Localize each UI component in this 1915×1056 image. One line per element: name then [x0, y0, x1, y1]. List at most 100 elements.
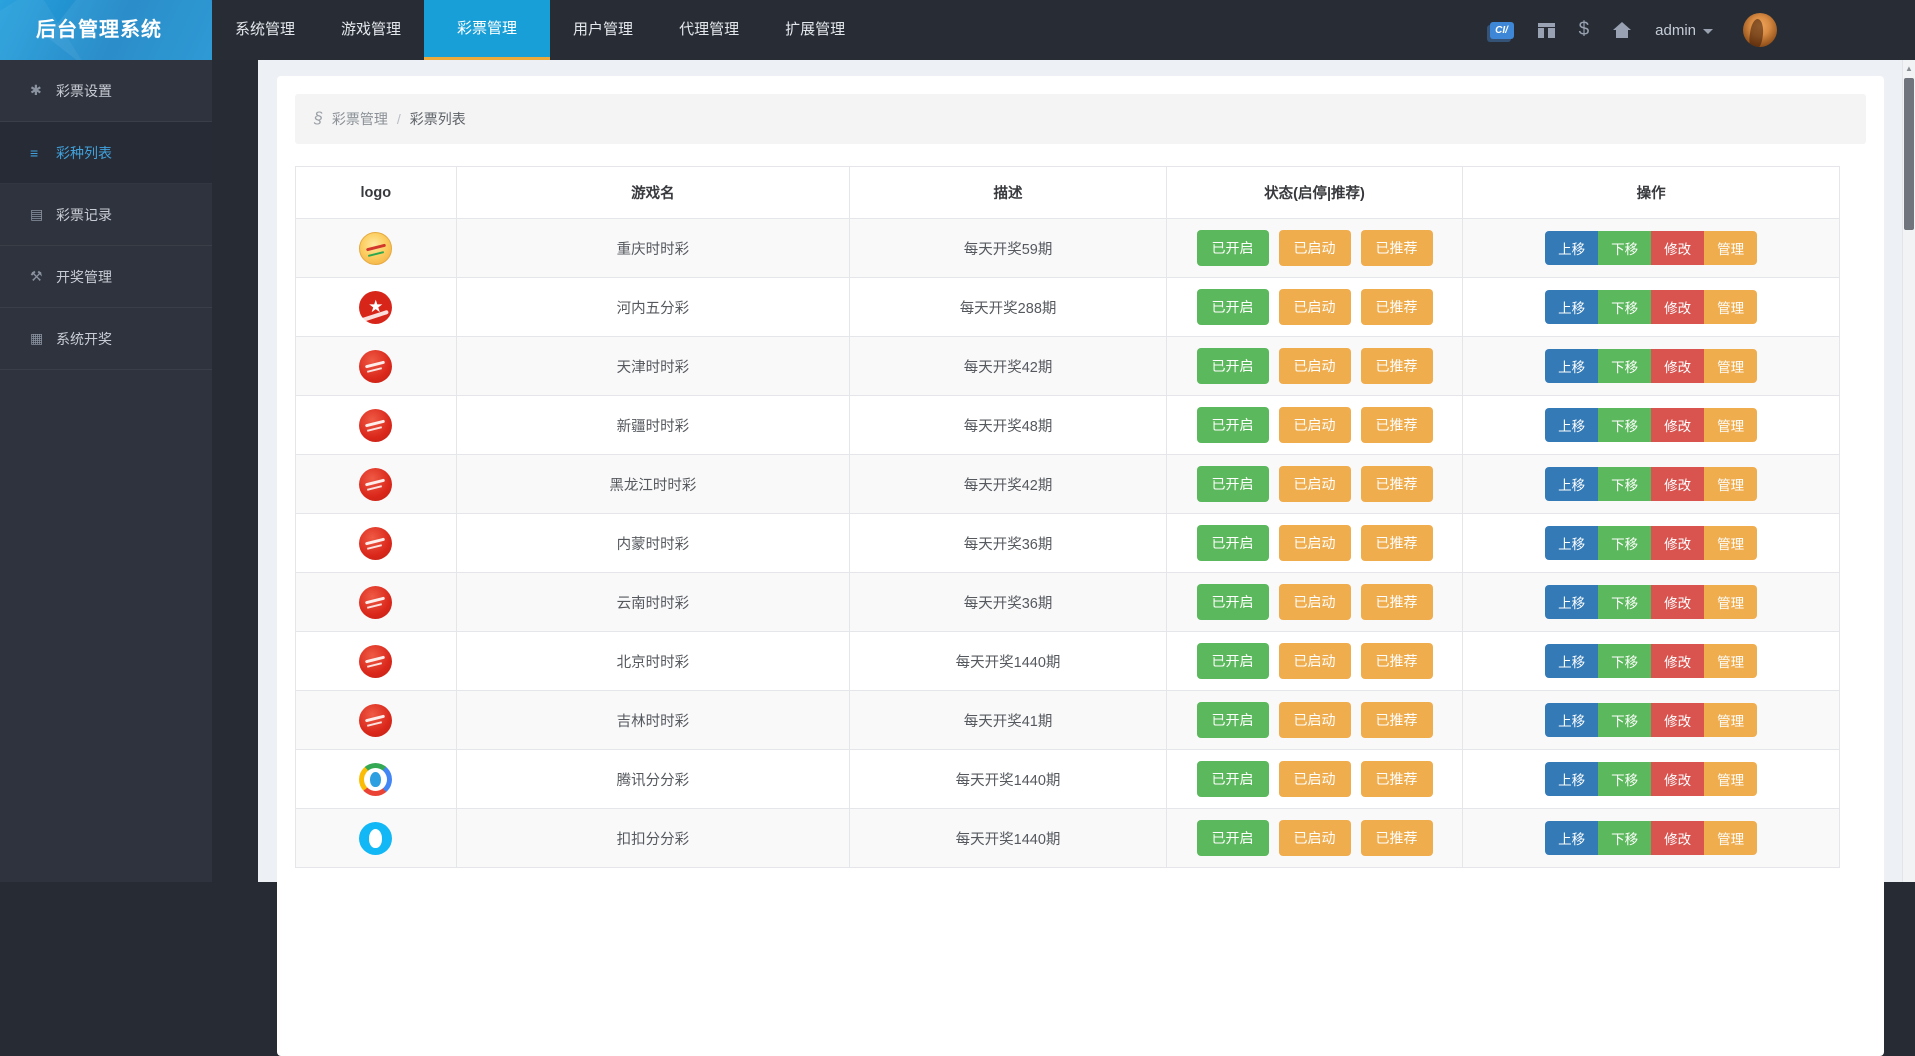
status-recommended-button[interactable]: 已推荐 [1361, 820, 1433, 856]
move-up-button[interactable]: 上移 [1545, 290, 1598, 324]
move-up-button[interactable]: 上移 [1545, 821, 1598, 855]
status-enabled-button[interactable]: 已开启 [1197, 761, 1269, 797]
move-down-button[interactable]: 下移 [1598, 703, 1651, 737]
status-recommended-button[interactable]: 已推荐 [1361, 348, 1433, 384]
scrollbar-thumb[interactable] [1904, 78, 1914, 230]
status-recommended-button[interactable]: 已推荐 [1361, 643, 1433, 679]
status-enabled-button[interactable]: 已开启 [1197, 643, 1269, 679]
status-enabled-button[interactable]: 已开启 [1197, 348, 1269, 384]
gift-icon[interactable] [1538, 23, 1555, 38]
status-enabled-button[interactable]: 已开启 [1197, 525, 1269, 561]
status-enabled-button[interactable]: 已开启 [1197, 230, 1269, 266]
status-recommended-button[interactable]: 已推荐 [1361, 761, 1433, 797]
edit-button[interactable]: 修改 [1651, 703, 1704, 737]
manage-button[interactable]: 管理 [1704, 526, 1757, 560]
status-started-button[interactable]: 已启动 [1279, 348, 1351, 384]
move-down-button[interactable]: 下移 [1598, 762, 1651, 796]
nav-tab-4[interactable]: 代理管理 [656, 0, 762, 60]
move-up-button[interactable]: 上移 [1545, 349, 1598, 383]
status-recommended-button[interactable]: 已推荐 [1361, 289, 1433, 325]
status-started-button[interactable]: 已启动 [1279, 702, 1351, 738]
sidebar-item-2[interactable]: ▤彩票记录 [0, 184, 212, 246]
status-enabled-button[interactable]: 已开启 [1197, 407, 1269, 443]
edit-button[interactable]: 修改 [1651, 408, 1704, 442]
sidebar-item-4[interactable]: ▦系统开奖 [0, 308, 212, 370]
status-recommended-button[interactable]: 已推荐 [1361, 407, 1433, 443]
manage-button[interactable]: 管理 [1704, 585, 1757, 619]
move-up-button[interactable]: 上移 [1545, 585, 1598, 619]
move-down-button[interactable]: 下移 [1598, 290, 1651, 324]
edit-button[interactable]: 修改 [1651, 585, 1704, 619]
move-up-button[interactable]: 上移 [1545, 644, 1598, 678]
manage-button[interactable]: 管理 [1704, 467, 1757, 501]
edit-button[interactable]: 修改 [1651, 526, 1704, 560]
status-started-button[interactable]: 已启动 [1279, 230, 1351, 266]
status-started-button[interactable]: 已启动 [1279, 761, 1351, 797]
status-recommended-button[interactable]: 已推荐 [1361, 230, 1433, 266]
status-started-button[interactable]: 已启动 [1279, 820, 1351, 856]
edit-button[interactable]: 修改 [1651, 231, 1704, 265]
status-recommended-button[interactable]: 已推荐 [1361, 525, 1433, 561]
manage-button[interactable]: 管理 [1704, 290, 1757, 324]
manage-button[interactable]: 管理 [1704, 408, 1757, 442]
move-up-button[interactable]: 上移 [1545, 762, 1598, 796]
manage-button[interactable]: 管理 [1704, 644, 1757, 678]
move-down-button[interactable]: 下移 [1598, 408, 1651, 442]
status-enabled-button[interactable]: 已开启 [1197, 820, 1269, 856]
breadcrumb-section[interactable]: 彩票管理 [332, 109, 388, 129]
edit-button[interactable]: 修改 [1651, 467, 1704, 501]
nav-tab-3[interactable]: 用户管理 [550, 0, 656, 60]
status-enabled-button[interactable]: 已开启 [1197, 466, 1269, 502]
sidebar-item-0[interactable]: ✱彩票设置 [0, 60, 212, 122]
manage-button[interactable]: 管理 [1704, 349, 1757, 383]
move-down-button[interactable]: 下移 [1598, 231, 1651, 265]
move-down-button[interactable]: 下移 [1598, 585, 1651, 619]
sidebar: ✱彩票设置≡彩种列表▤彩票记录⚒开奖管理▦系统开奖 [0, 60, 212, 882]
dollar-icon[interactable]: $ [1579, 19, 1590, 41]
status-started-button[interactable]: 已启动 [1279, 525, 1351, 561]
edit-button[interactable]: 修改 [1651, 762, 1704, 796]
status-started-button[interactable]: 已启动 [1279, 584, 1351, 620]
status-enabled-button[interactable]: 已开启 [1197, 584, 1269, 620]
move-up-button[interactable]: 上移 [1545, 231, 1598, 265]
status-started-button[interactable]: 已启动 [1279, 407, 1351, 443]
move-up-button[interactable]: 上移 [1545, 703, 1598, 737]
nav-tab-2[interactable]: 彩票管理 [424, 0, 550, 60]
status-enabled-button[interactable]: 已开启 [1197, 289, 1269, 325]
sidebar-item-3[interactable]: ⚒开奖管理 [0, 246, 212, 308]
scrollbar[interactable]: ▲ [1902, 60, 1915, 882]
manage-button[interactable]: 管理 [1704, 821, 1757, 855]
move-up-button[interactable]: 上移 [1545, 526, 1598, 560]
status-recommended-button[interactable]: 已推荐 [1361, 466, 1433, 502]
user-dropdown[interactable]: admin [1655, 22, 1713, 39]
status-recommended-button[interactable]: 已推荐 [1361, 702, 1433, 738]
move-down-button[interactable]: 下移 [1598, 526, 1651, 560]
status-started-button[interactable]: 已启动 [1279, 289, 1351, 325]
edit-button[interactable]: 修改 [1651, 290, 1704, 324]
move-down-button[interactable]: 下移 [1598, 467, 1651, 501]
sidebar-item-1[interactable]: ≡彩种列表 [0, 122, 212, 184]
manage-button[interactable]: 管理 [1704, 703, 1757, 737]
game-description: 每天开奖36期 [850, 514, 1167, 573]
move-up-button[interactable]: 上移 [1545, 467, 1598, 501]
move-down-button[interactable]: 下移 [1598, 644, 1651, 678]
nav-tab-0[interactable]: 系统管理 [212, 0, 318, 60]
ci-badge-icon[interactable]: CI/ [1490, 22, 1514, 39]
scroll-up-arrow[interactable]: ▲ [1903, 62, 1915, 76]
status-started-button[interactable]: 已启动 [1279, 643, 1351, 679]
home-icon[interactable] [1613, 22, 1631, 38]
status-started-button[interactable]: 已启动 [1279, 466, 1351, 502]
avatar[interactable] [1743, 13, 1777, 47]
move-down-button[interactable]: 下移 [1598, 821, 1651, 855]
move-down-button[interactable]: 下移 [1598, 349, 1651, 383]
move-up-button[interactable]: 上移 [1545, 408, 1598, 442]
status-enabled-button[interactable]: 已开启 [1197, 702, 1269, 738]
nav-tab-1[interactable]: 游戏管理 [318, 0, 424, 60]
manage-button[interactable]: 管理 [1704, 231, 1757, 265]
nav-tab-5[interactable]: 扩展管理 [762, 0, 868, 60]
edit-button[interactable]: 修改 [1651, 821, 1704, 855]
status-recommended-button[interactable]: 已推荐 [1361, 584, 1433, 620]
manage-button[interactable]: 管理 [1704, 762, 1757, 796]
edit-button[interactable]: 修改 [1651, 349, 1704, 383]
edit-button[interactable]: 修改 [1651, 644, 1704, 678]
